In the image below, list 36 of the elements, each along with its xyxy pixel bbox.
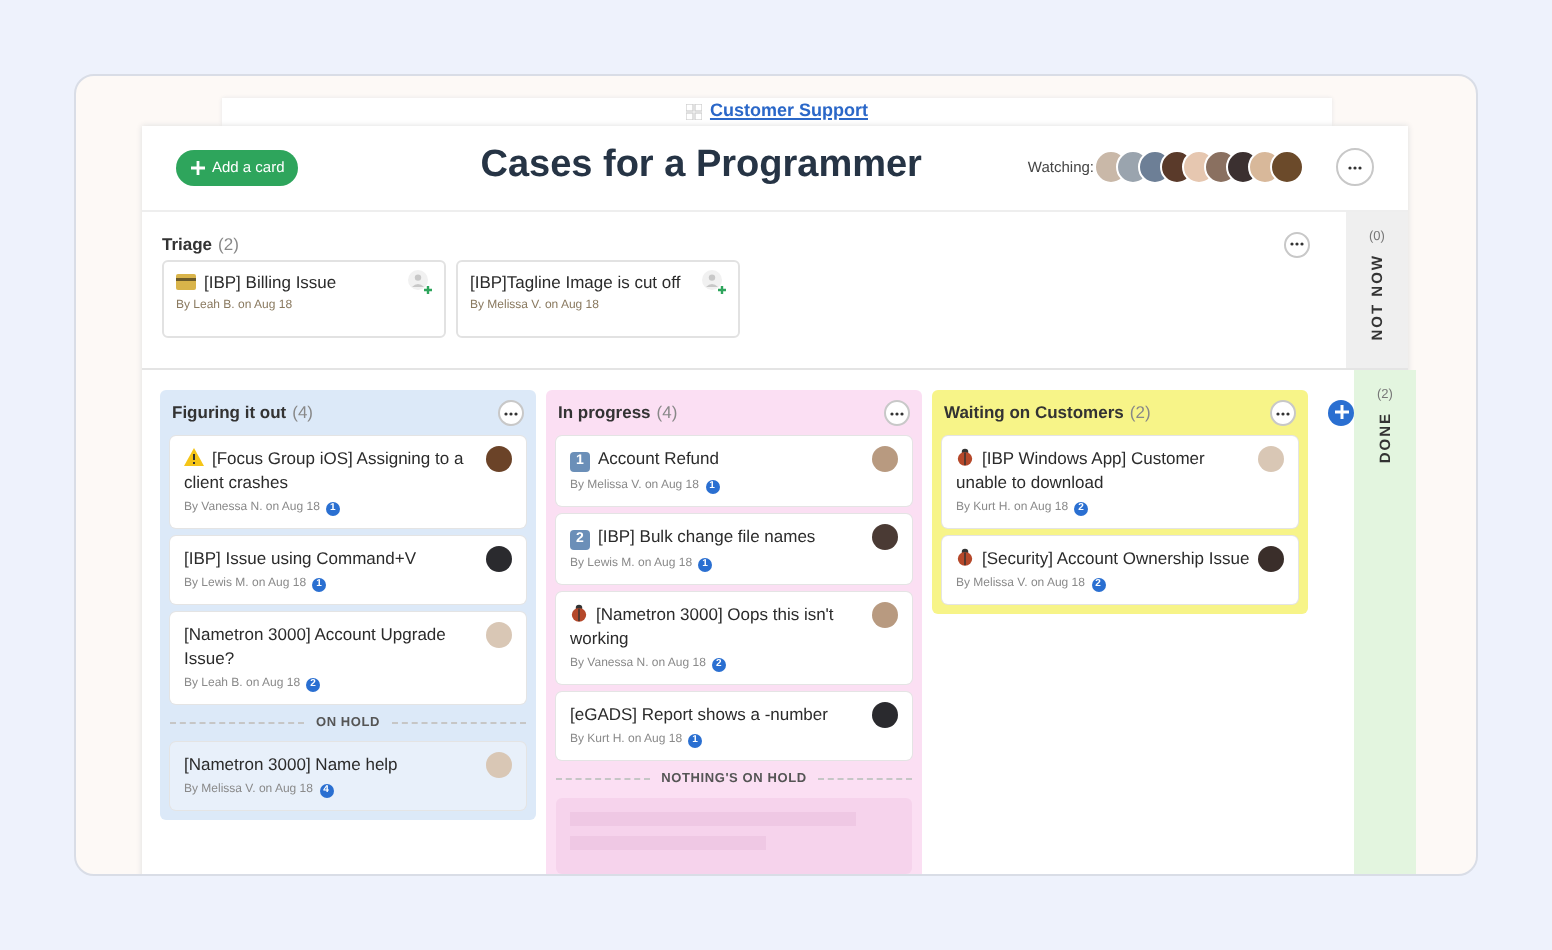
card-title: [Nametron 3000] Oops this isn't working: [570, 601, 836, 649]
ladybug-icon: [570, 603, 588, 621]
credit-card-icon: [176, 273, 196, 289]
card-title: [IBP Windows App] Customer unable to download: [956, 445, 1207, 493]
card-title: [eGADS] Report shows a -number: [570, 701, 828, 725]
ladybug-icon: [956, 547, 974, 565]
board-title: Cases for a Programmer: [480, 142, 922, 191]
warning-icon: [184, 447, 204, 465]
card-title: [Security] Account Ownership Issue: [956, 545, 1250, 569]
card-title: [Nametron 3000] Name help: [184, 752, 398, 777]
column-title: Waiting on Customers: [944, 400, 1124, 426]
column-title: Figuring it out: [172, 400, 287, 426]
assign-person-icon[interactable]: [408, 269, 432, 293]
section-title: Triage: [162, 231, 213, 257]
more-button[interactable]: [1336, 148, 1374, 186]
column-count: (2): [1129, 400, 1151, 426]
card-title: [IBP] Issue using Command+V: [184, 545, 416, 569]
column-title: In progress: [558, 400, 651, 426]
card-title: [IBP] Billing Issue: [176, 269, 408, 295]
assign-person-icon[interactable]: [702, 269, 726, 293]
grid-icon: [685, 103, 702, 120]
more-button[interactable]: [498, 400, 524, 426]
column-count: (4): [292, 400, 314, 426]
more-button[interactable]: [1270, 400, 1296, 426]
card-title: [IBP]Tagline Image is cut off: [470, 269, 683, 295]
plus-icon: [190, 159, 206, 175]
plus-icon: [1333, 404, 1349, 420]
section-count: (2): [218, 231, 239, 257]
column-count: (4): [656, 400, 678, 426]
card-title: [Focus Group iOS] Assigning to a client crashes: [184, 445, 466, 493]
more-button[interactable]: [1284, 231, 1310, 257]
card-title: [Nametron 3000] Account Upgrade Issue?: [184, 621, 448, 669]
ladybug-icon: [956, 447, 974, 465]
breadcrumb-link[interactable]: Customer Support: [709, 98, 868, 125]
add-column-button[interactable]: [1328, 399, 1354, 425]
more-button[interactable]: [884, 400, 910, 426]
